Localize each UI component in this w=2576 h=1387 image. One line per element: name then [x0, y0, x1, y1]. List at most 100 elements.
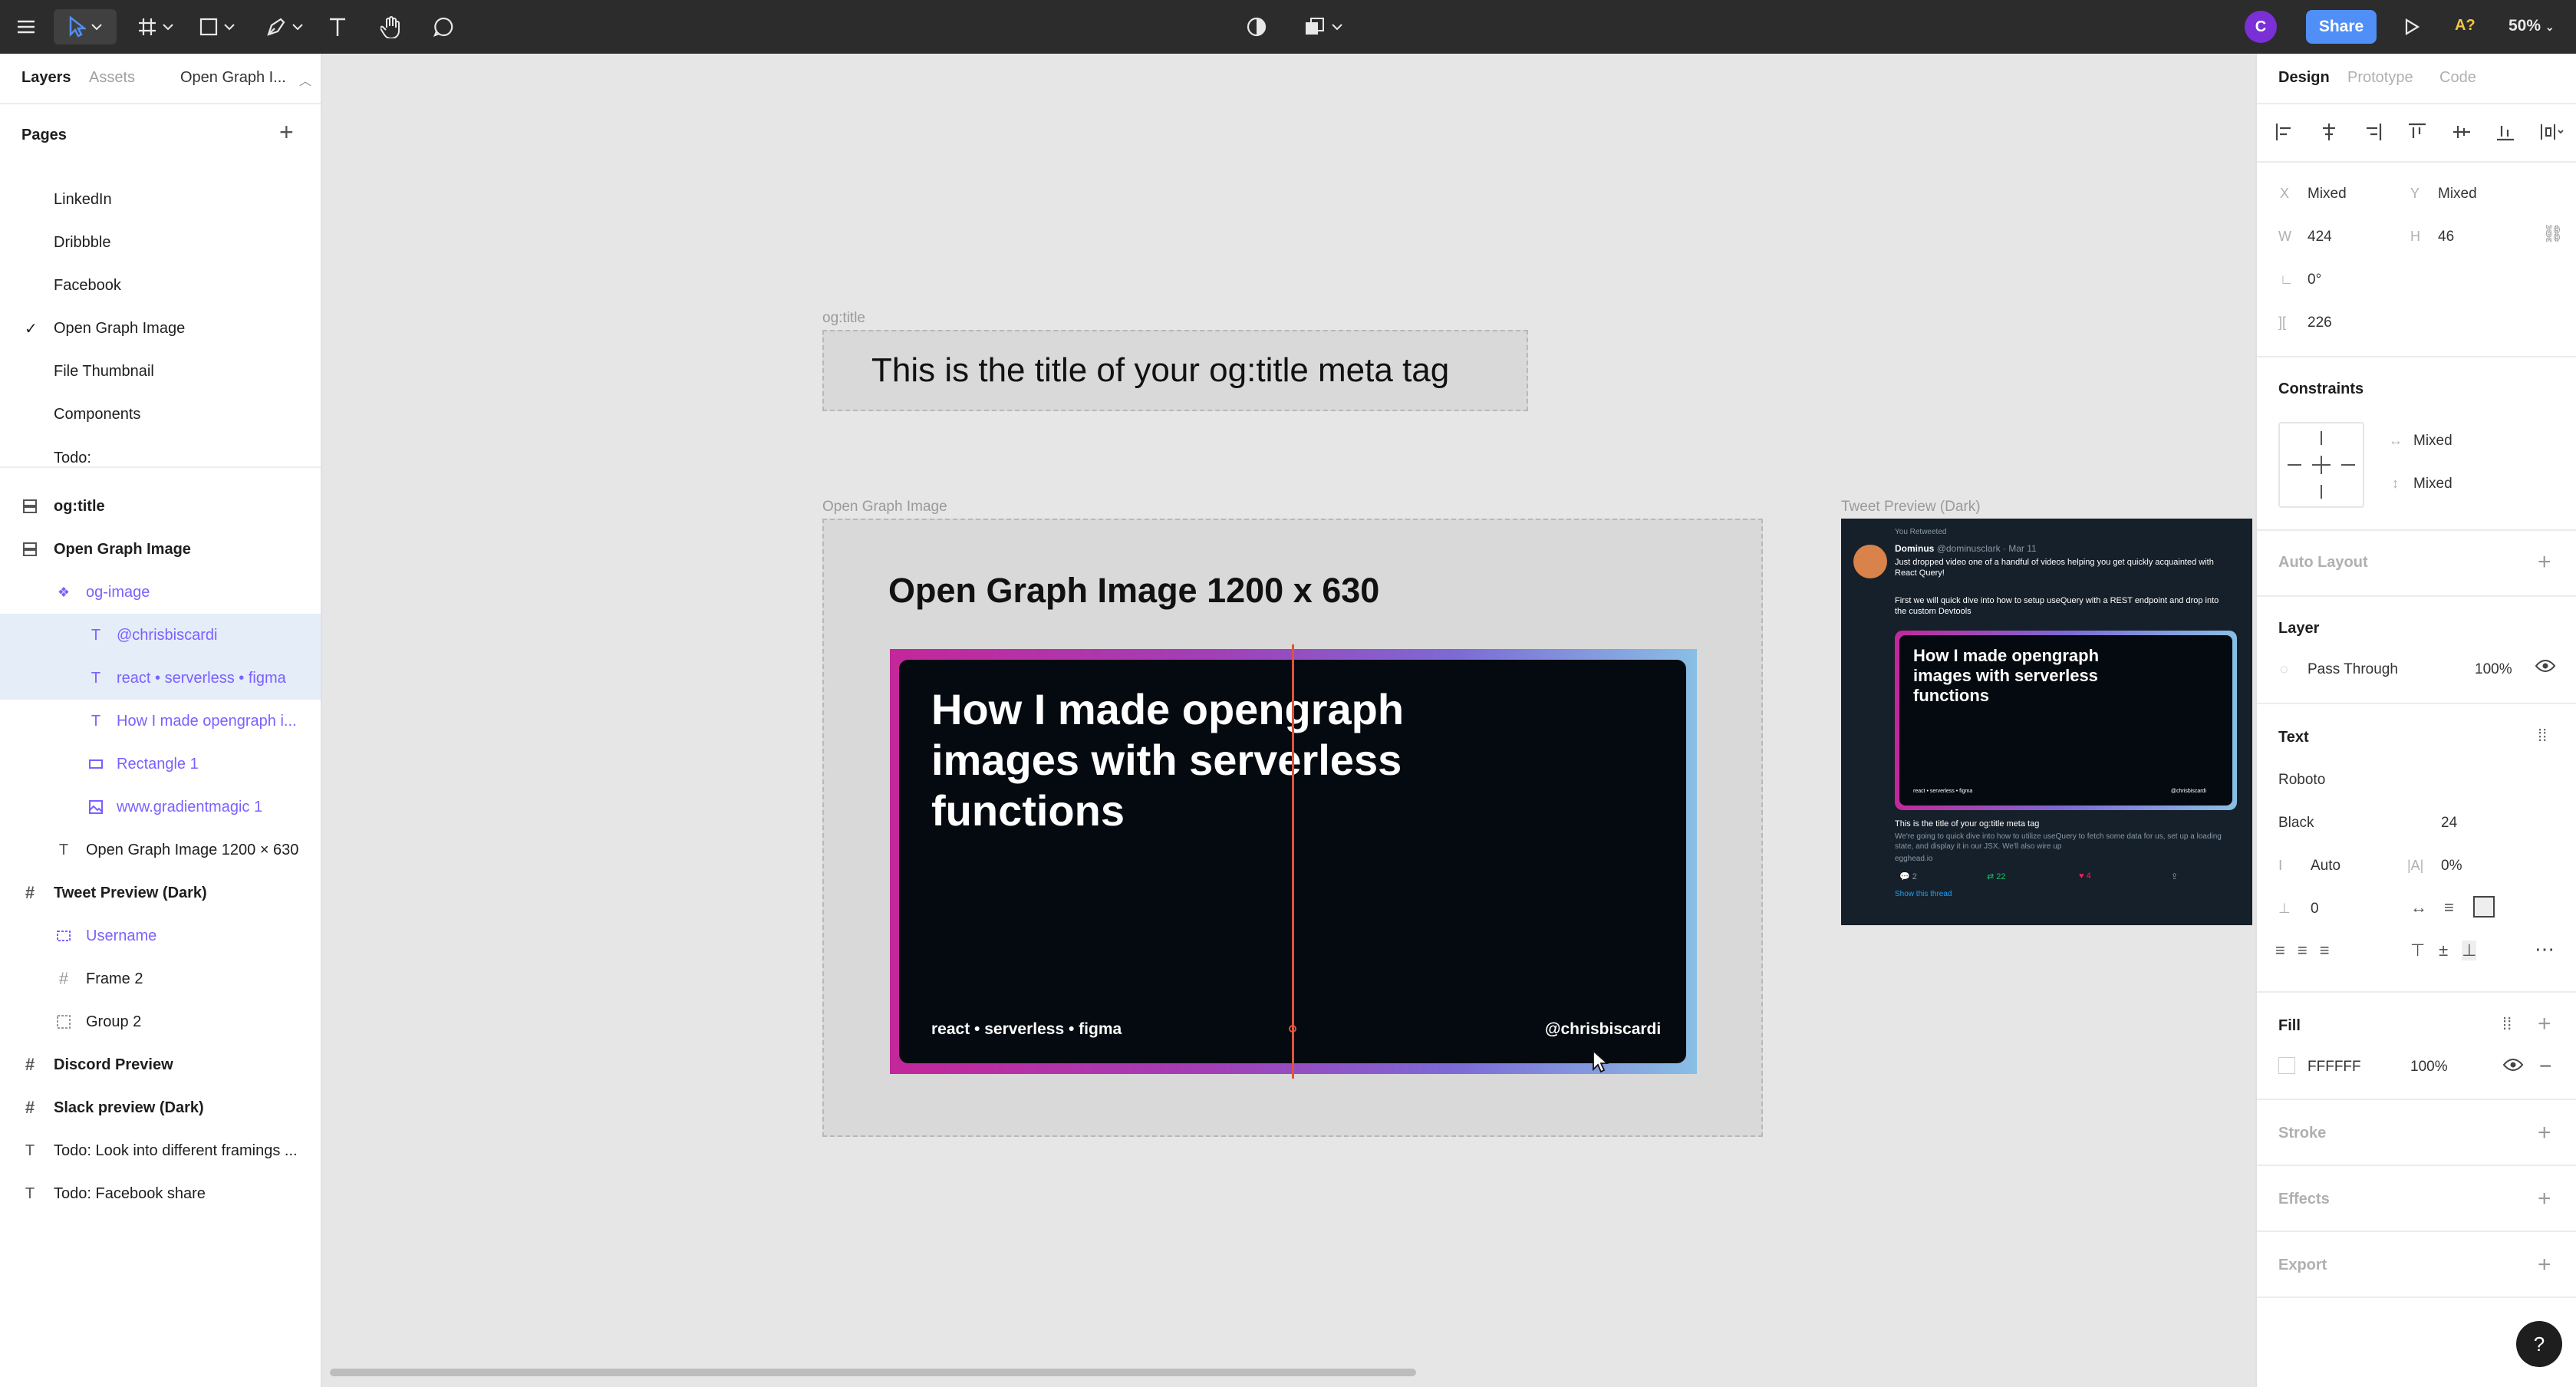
font-size-field[interactable]: 24 [2441, 815, 2457, 832]
align-horizontal-center-icon[interactable] [2318, 121, 2340, 143]
layer-tweet-preview-dark[interactable]: # Tweet Preview (Dark) [0, 871, 321, 914]
tab-code[interactable]: Code [2439, 69, 2476, 87]
fill-color-swatch[interactable] [2278, 1057, 2295, 1074]
auto-height-icon[interactable]: ≡ [2444, 898, 2454, 918]
text-align-left-icon[interactable]: ≡ [2275, 941, 2285, 960]
font-family-dropdown[interactable]: Roboto [2278, 772, 2325, 789]
page-selector-tab[interactable]: Open Graph I... [180, 69, 286, 87]
width-field[interactable]: 424 [2308, 229, 2332, 245]
zoom-level-dropdown[interactable]: 50% ⌄ [2508, 17, 2555, 35]
layer-og-image-heading-text[interactable]: T Open Graph Image 1200 × 630 [0, 829, 321, 871]
text-align-right-icon[interactable]: ≡ [2320, 941, 2330, 960]
layer-slack-preview-dark[interactable]: # Slack preview (Dark) [0, 1086, 321, 1129]
shape-tool-button[interactable] [192, 9, 242, 44]
letter-spacing-field[interactable]: 0% [2441, 858, 2462, 875]
user-avatar[interactable]: C [2245, 11, 2277, 43]
add-auto-layout-icon[interactable]: + [2538, 551, 2551, 574]
add-export-icon[interactable]: + [2538, 1254, 2551, 1277]
align-left-icon[interactable] [2274, 121, 2295, 143]
text-align-center-icon[interactable]: ≡ [2298, 941, 2308, 960]
layer-open-graph-image[interactable]: Open Graph Image [0, 528, 321, 571]
comment-tool-icon[interactable] [428, 9, 459, 44]
og-image-heading[interactable]: Open Graph Image 1200 x 630 [888, 571, 1379, 611]
add-effect-icon[interactable]: + [2538, 1188, 2551, 1211]
more-options-icon[interactable]: ⋯ [2535, 937, 2555, 961]
text-styles-icon[interactable]: ⁞⁞ [2538, 726, 2547, 746]
distribute-spacing-icon[interactable] [2539, 121, 2565, 143]
height-field[interactable]: 46 [2438, 229, 2454, 245]
align-text-middle-icon[interactable]: ± [2439, 941, 2448, 960]
fill-opacity-field[interactable]: 100% [2410, 1059, 2448, 1076]
pen-tool-button[interactable] [259, 9, 310, 44]
layer-frame-2[interactable]: # Frame 2 [0, 957, 321, 1000]
share-button[interactable]: Share [2306, 10, 2377, 44]
og-title-text[interactable]: This is the title of your og:title meta … [871, 351, 1449, 390]
blend-mode-dropdown[interactable]: Pass Through [2308, 661, 2398, 678]
layer-todo-framings[interactable]: T Todo: Look into different framings ... [0, 1129, 321, 1172]
layer-todo-facebook[interactable]: T Todo: Facebook share [0, 1172, 321, 1215]
align-bottom-icon[interactable] [2495, 121, 2516, 143]
contrast-theme-icon[interactable] [1241, 9, 1272, 44]
paragraph-spacing-field[interactable]: 0 [2311, 901, 2319, 918]
auto-width-icon[interactable]: ↔ [2410, 898, 2427, 918]
move-tool-button[interactable] [54, 9, 117, 44]
rotation-field[interactable]: 0° [2308, 272, 2321, 288]
horizontal-scrollbar[interactable] [330, 1369, 1416, 1376]
layer-group-2[interactable]: Group 2 [0, 1000, 321, 1043]
eye-icon[interactable] [2535, 658, 2556, 677]
frame-label-og-title[interactable]: og:title [822, 310, 865, 327]
align-text-top-icon[interactable]: ⊤ [2410, 941, 2425, 960]
chevron-up-icon[interactable]: ︿ [299, 71, 311, 89]
fixed-size-icon[interactable] [2473, 896, 2495, 918]
align-vertical-center-icon[interactable] [2451, 121, 2472, 143]
fill-styles-icon[interactable]: ⁞⁞ [2502, 1014, 2512, 1034]
line-height-field[interactable]: Auto [2311, 858, 2340, 875]
layer-title-text[interactable]: T How I made opengraph i... [0, 700, 321, 743]
page-item-linkedin[interactable]: LinkedIn [0, 178, 321, 221]
add-page-icon[interactable]: + [279, 120, 294, 144]
canvas[interactable]: og:title This is the title of your og:ti… [322, 54, 2255, 1387]
og-image-card[interactable]: How I made opengraph images with serverl… [890, 644, 1697, 1079]
layer-og-title[interactable]: og:title [0, 485, 321, 528]
layer-tags-text[interactable]: T react • serverless • figma [0, 657, 321, 700]
x-field[interactable]: Mixed [2308, 186, 2347, 203]
page-item-dribbble[interactable]: Dribbble [0, 221, 321, 264]
remove-fill-icon[interactable]: − [2539, 1054, 2551, 1079]
layer-og-image[interactable]: ❖ og-image [0, 571, 321, 614]
align-right-icon[interactable] [2362, 121, 2383, 143]
align-text-bottom-icon[interactable]: ⊥ [2462, 941, 2477, 960]
page-item-components[interactable]: Components [0, 393, 321, 436]
frame-label-open-graph-image[interactable]: Open Graph Image [822, 499, 947, 516]
frame-label-tweet-preview[interactable]: Tweet Preview (Dark) [1841, 499, 1981, 516]
open-graph-image-frame[interactable]: Open Graph Image 1200 x 630 How I made o… [822, 519, 1763, 1137]
align-top-icon[interactable] [2406, 121, 2428, 143]
hand-tool-icon[interactable] [376, 9, 407, 44]
layer-discord-preview[interactable]: # Discord Preview [0, 1043, 321, 1086]
page-item-facebook[interactable]: Facebook [0, 264, 321, 307]
layer-opacity-field[interactable]: 100% [2475, 661, 2512, 678]
card-handle[interactable]: @chrisbiscardi [1545, 1020, 1661, 1039]
layer-rectangle-1[interactable]: Rectangle 1 [0, 743, 321, 786]
fill-visibility-eye-icon[interactable] [2502, 1057, 2524, 1076]
text-tool-icon[interactable] [322, 9, 353, 44]
layer-gradientmagic-image[interactable]: www.gradientmagic 1 [0, 786, 321, 829]
vertical-constraint-dropdown[interactable]: Mixed [2413, 476, 2452, 493]
tab-layers[interactable]: Layers [21, 69, 71, 87]
page-item-file-thumbnail[interactable]: File Thumbnail [0, 350, 321, 393]
tab-design[interactable]: Design [2278, 69, 2330, 87]
y-field[interactable]: Mixed [2438, 186, 2477, 203]
add-fill-icon[interactable]: + [2538, 1013, 2551, 1036]
tab-assets[interactable]: Assets [89, 69, 135, 87]
main-menu-icon[interactable] [11, 9, 41, 44]
constraint-widget[interactable] [2278, 422, 2364, 508]
frame-tool-button[interactable] [130, 9, 181, 44]
font-weight-dropdown[interactable]: Black [2278, 815, 2314, 832]
tweet-preview-frame[interactable]: You Retweeted Dominus @dominusclark · Ma… [1841, 519, 2252, 925]
card-tags[interactable]: react • serverless • figma [931, 1020, 1122, 1039]
page-item-open-graph-image[interactable]: ✓ Open Graph Image [0, 307, 321, 350]
accessibility-indicator[interactable]: A? [2455, 17, 2476, 35]
og-title-frame[interactable]: This is the title of your og:title meta … [822, 330, 1528, 411]
component-tools-button[interactable] [1296, 9, 1350, 44]
present-play-icon[interactable] [2396, 9, 2427, 44]
fill-hex-field[interactable]: FFFFFF [2308, 1059, 2361, 1076]
